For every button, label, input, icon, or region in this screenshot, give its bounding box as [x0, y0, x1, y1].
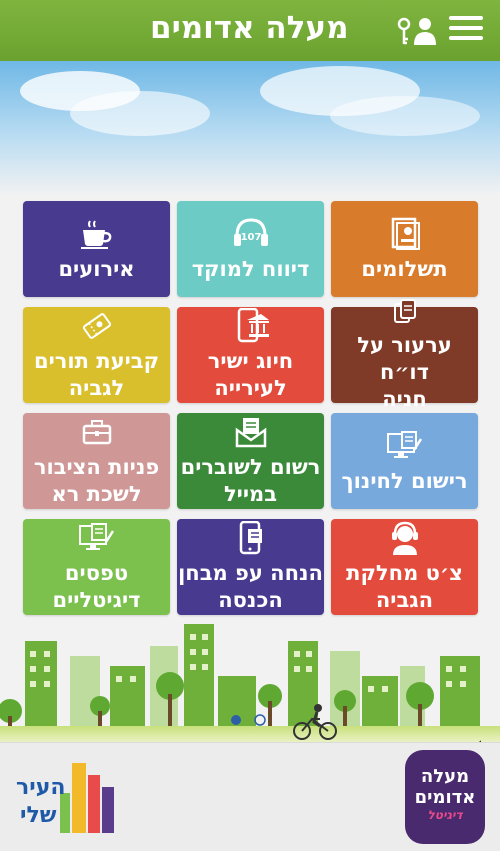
tile-forms[interactable]: טפסים דיגיטליים — [23, 519, 170, 615]
phone-bank-icon — [231, 308, 271, 344]
tile-label: רישום לחינוך — [341, 468, 468, 493]
coffee-cup-icon — [77, 216, 117, 252]
app-header: מעלה אדומים — [0, 0, 500, 61]
footer: העיר שלי מעלה אדומים דיגיטל — [0, 742, 500, 851]
user-key-icon[interactable] — [395, 15, 439, 47]
tile-label: צ׳ט מחלקת הגביה — [346, 561, 463, 612]
tile-label: רשום לשוברים במייל — [180, 455, 321, 506]
briefcase-icon — [77, 414, 117, 450]
clipboard-copy-icon — [385, 298, 425, 328]
tile-queue[interactable]: קביעת תורים לגביה — [23, 307, 170, 403]
my-city-logo-line1: העיר — [16, 775, 66, 800]
tile-direct-debit[interactable]: חיוג ישיר לעירייה — [177, 307, 324, 403]
mobile-doc-icon — [231, 520, 271, 556]
tile-events[interactable]: אירועים — [23, 201, 170, 297]
tile-label: קביעת תורים לגביה — [33, 349, 160, 400]
logo-line1: מעלה — [420, 766, 470, 787]
ticket-icon — [77, 308, 117, 344]
my-city-logo-line2: שלי — [20, 803, 57, 828]
tile-mail-vouchers[interactable]: רשום לשוברים במייל — [177, 413, 324, 509]
headset-107-icon: 107 — [231, 216, 271, 252]
tile-label: טפסים דיגיטליים — [52, 561, 141, 612]
tile-appeal[interactable]: ערעור על דו״ח חניה — [331, 298, 478, 411]
tile-label: דיווח למוקד — [191, 256, 310, 281]
tile-label: ערעור על דו״ח חניה — [357, 332, 452, 411]
logo-line2: אדומים — [414, 787, 476, 808]
monitor-form-icon — [77, 520, 117, 556]
my-city-logo[interactable]: העיר שלי — [14, 753, 124, 843]
tile-label: חיוג ישיר לעירייה — [207, 349, 294, 400]
tile-report[interactable]: 107 דיווח למוקד — [177, 201, 324, 297]
sky-banner — [0, 61, 500, 196]
city-illustration — [0, 616, 500, 742]
hamburger-menu-icon[interactable] — [449, 16, 483, 44]
tile-label: תשלומים — [361, 256, 448, 281]
tile-label: אירועים — [58, 256, 135, 281]
support-agent-icon — [385, 520, 425, 556]
tile-public[interactable]: פניות הציבור לשכת רא — [23, 413, 170, 509]
tile-label: הנחה עפ מבחן הכנסה — [178, 561, 323, 612]
tile-payments[interactable]: תשלומים — [331, 201, 478, 297]
maale-adumim-digital-logo[interactable]: מעלה אדומים דיגיטל — [405, 750, 485, 844]
app-title: מעלה אדומים — [150, 10, 349, 46]
svg-text:107: 107 — [240, 232, 261, 243]
tile-exam[interactable]: הנחה עפ מבחן הכנסה — [177, 519, 324, 615]
computer-form-icon — [385, 428, 425, 464]
tile-chat[interactable]: צ׳ט מחלקת הגביה — [331, 519, 478, 615]
tile-education[interactable]: רישום לחינוך — [331, 413, 478, 509]
receipt-icon — [385, 216, 425, 252]
envelope-doc-icon — [231, 414, 271, 450]
logo-sub: דיגיטל — [427, 808, 463, 822]
tile-label: פניות הציבור לשכת רא — [33, 455, 160, 506]
